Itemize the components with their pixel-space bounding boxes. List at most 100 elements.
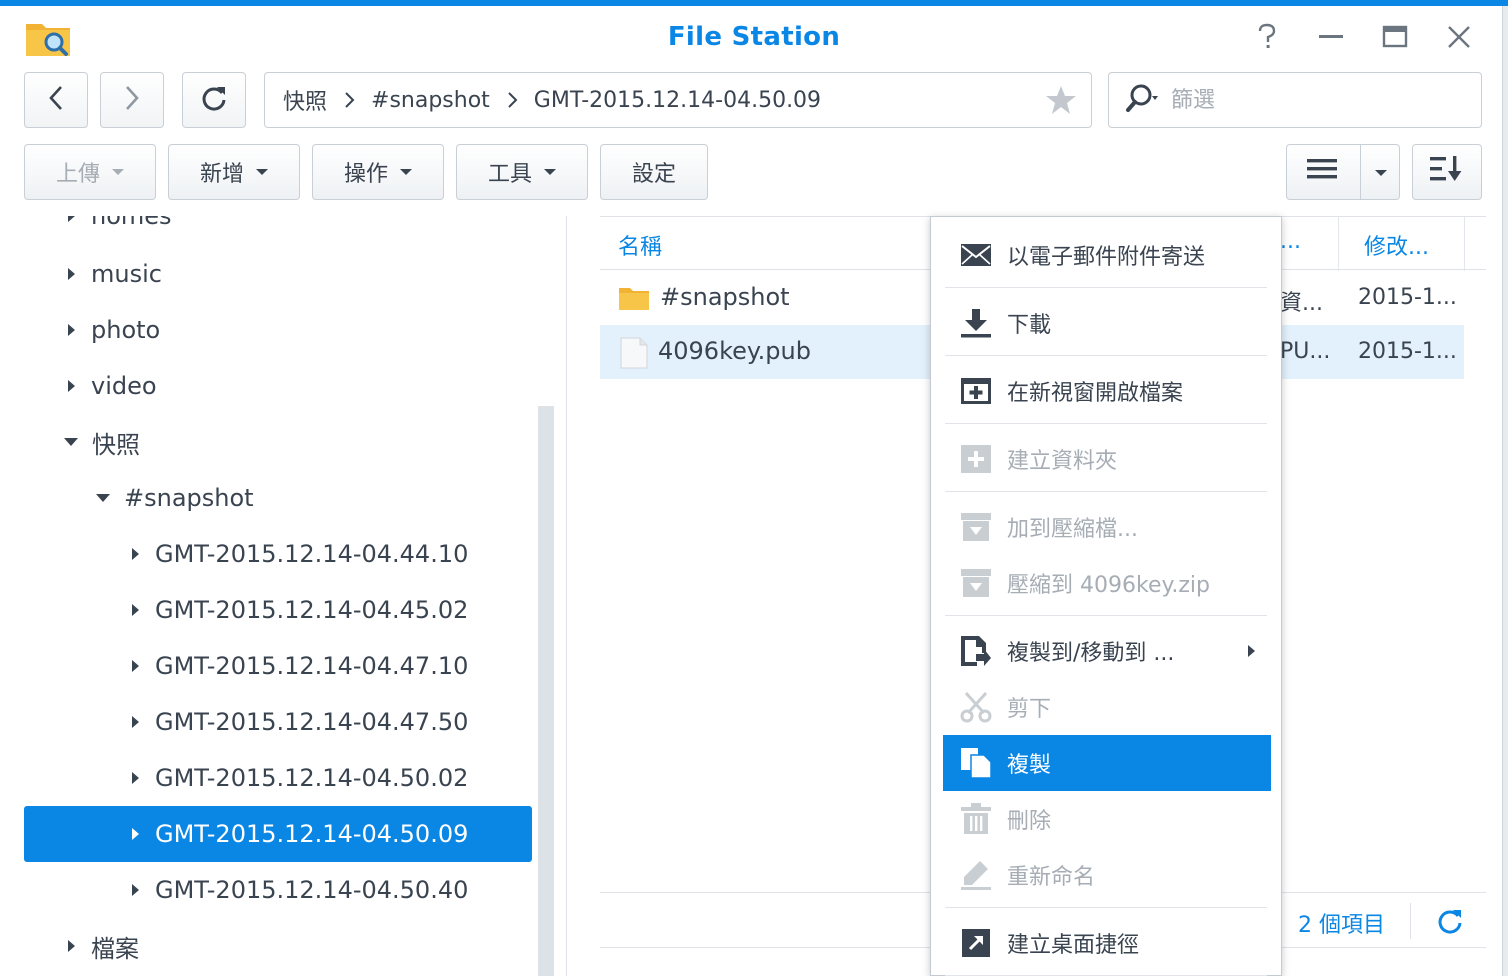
menu-item-label: 以電子郵件附件寄送: [1007, 245, 1206, 270]
tree-item-snapshot-version[interactable]: GMT-2015.12.14-04.44.10: [24, 526, 532, 582]
tree-item-label: 檔案: [91, 934, 139, 963]
menu-item-send-email[interactable]: 以電子郵件附件寄送: [943, 227, 1271, 283]
scissors-icon: [959, 690, 993, 724]
tree-item-snapshot-version[interactable]: GMT-2015.12.14-04.45.02: [24, 582, 532, 638]
folder-search-icon: [24, 18, 72, 58]
chevron-down-icon: [544, 169, 556, 175]
action-button-label: 操作: [343, 162, 388, 187]
expand-arrow-icon[interactable]: [132, 828, 139, 840]
menu-item-desktop-shortcut[interactable]: 建立桌面捷徑: [943, 915, 1271, 971]
file-modified: 2015-1...: [1358, 339, 1457, 364]
column-header-type[interactable]: ...: [1280, 229, 1301, 254]
tools-button-label: 工具: [487, 162, 532, 187]
tree-item-homes[interactable]: homes: [24, 216, 532, 244]
tree-item-files[interactable]: 檔案: [24, 918, 532, 974]
refresh-icon[interactable]: [1436, 907, 1464, 939]
menu-item-download[interactable]: 下載: [943, 295, 1271, 351]
expand-arrow-icon[interactable]: [132, 716, 139, 728]
copy-icon: [959, 746, 993, 780]
tree-item-label: video: [91, 372, 157, 400]
menu-item-rename[interactable]: 重新命名: [943, 847, 1271, 903]
tree-item-snapshot-folder[interactable]: #snapshot: [24, 470, 532, 526]
file-type: PU...: [1280, 339, 1331, 364]
trash-icon: [959, 802, 993, 836]
search-box[interactable]: [1108, 72, 1482, 128]
menu-separator: [945, 355, 1267, 356]
tree-item-label: #snapshot: [124, 484, 254, 512]
menu-item-label: 建立桌面捷徑: [1007, 933, 1140, 958]
menu-item-copy[interactable]: 複製: [943, 735, 1271, 791]
archive-icon: [959, 566, 993, 600]
context-menu: 以電子郵件附件寄送 下載 在新視窗開啟檔案 建立資料夾 加到壓縮檔... 壓縮到…: [930, 216, 1282, 976]
menu-item-copy-move-to[interactable]: 複製到/移動到 ...: [943, 623, 1271, 679]
tree-item-snapshots[interactable]: 快照: [24, 414, 532, 470]
chevron-right-icon: [122, 84, 142, 116]
tree-item-video[interactable]: video: [24, 358, 532, 414]
expand-arrow-icon[interactable]: [132, 772, 139, 784]
file-icon: [620, 337, 648, 375]
window-top-accent: [0, 0, 1508, 6]
column-divider[interactable]: [1338, 217, 1339, 271]
search-icon[interactable]: [1125, 83, 1159, 117]
menu-item-label: 在新視窗開啟檔案: [1007, 381, 1184, 406]
breadcrumb-item[interactable]: 快照: [283, 84, 327, 116]
view-mode-button[interactable]: [1286, 144, 1400, 200]
expand-arrow-icon[interactable]: [132, 548, 139, 560]
tree-item-snapshot-version[interactable]: GMT-2015.12.14-04.47.10: [24, 638, 532, 694]
back-button[interactable]: [24, 72, 88, 128]
tree-item-snapshot-version[interactable]: GMT-2015.12.14-04.50.40: [24, 862, 532, 918]
menu-item-add-to-archive[interactable]: 加到壓縮檔...: [943, 499, 1271, 555]
tree-item-music[interactable]: music: [24, 246, 532, 302]
expand-arrow-icon[interactable]: [132, 884, 139, 896]
tree-item-label: music: [91, 260, 162, 288]
expand-arrow-icon[interactable]: [68, 324, 75, 336]
refresh-button[interactable]: [182, 72, 246, 128]
menu-item-compress-zip[interactable]: 壓縮到 4096key.zip: [943, 555, 1271, 611]
upload-button[interactable]: 上傳: [24, 144, 156, 200]
forward-button[interactable]: [100, 72, 164, 128]
settings-button[interactable]: 設定: [600, 144, 708, 200]
expand-arrow-icon[interactable]: [68, 940, 75, 952]
action-button[interactable]: 操作: [312, 144, 444, 200]
column-header-name[interactable]: 名稱: [618, 229, 662, 261]
chevron-down-icon[interactable]: [1375, 170, 1387, 176]
tree-item-snapshot-version-selected[interactable]: GMT-2015.12.14-04.50.09: [24, 806, 532, 862]
chevron-down-icon: [256, 169, 268, 175]
menu-item-delete[interactable]: 刪除: [943, 791, 1271, 847]
tree-item-label: photo: [91, 316, 161, 344]
sort-button[interactable]: [1412, 144, 1482, 200]
menu-item-cut[interactable]: 剪下: [943, 679, 1271, 735]
expand-arrow-icon[interactable]: [132, 660, 139, 672]
expand-arrow-icon[interactable]: [68, 268, 75, 280]
help-icon[interactable]: [1252, 22, 1282, 52]
menu-item-create-folder[interactable]: 建立資料夾: [943, 431, 1271, 487]
close-icon[interactable]: [1444, 22, 1474, 52]
tree-item-photo[interactable]: photo: [24, 302, 532, 358]
breadcrumb-item[interactable]: #snapshot: [371, 88, 490, 113]
tree-scrollbar[interactable]: [538, 406, 554, 976]
search-input[interactable]: [1171, 87, 1431, 113]
pane-divider[interactable]: [566, 216, 567, 976]
collapse-arrow-icon[interactable]: [96, 494, 110, 502]
expand-arrow-icon[interactable]: [68, 380, 75, 392]
tools-button[interactable]: 工具: [456, 144, 588, 200]
add-folder-icon: [959, 442, 993, 476]
breadcrumb-separator-icon: [343, 91, 355, 109]
folder-icon: [618, 285, 650, 317]
star-icon[interactable]: [1045, 84, 1077, 122]
collapse-arrow-icon[interactable]: [64, 438, 78, 446]
expand-arrow-icon[interactable]: [68, 216, 75, 222]
maximize-icon[interactable]: [1380, 22, 1410, 52]
menu-item-open-new-window[interactable]: 在新視窗開啟檔案: [943, 363, 1271, 419]
tree-item-snapshot-version[interactable]: GMT-2015.12.14-04.47.50: [24, 694, 532, 750]
minimize-icon[interactable]: [1316, 22, 1346, 52]
tree-item-snapshot-version[interactable]: GMT-2015.12.14-04.50.02: [24, 750, 532, 806]
window-right-edge: [1502, 6, 1508, 976]
pencil-icon: [959, 858, 993, 892]
expand-arrow-icon[interactable]: [132, 604, 139, 616]
column-divider[interactable]: [1464, 217, 1465, 271]
breadcrumb-item[interactable]: GMT-2015.12.14-04.50.09: [534, 88, 821, 113]
button-divider: [1360, 145, 1361, 199]
create-button[interactable]: 新增: [168, 144, 300, 200]
column-header-modified[interactable]: 修改...: [1364, 229, 1429, 261]
